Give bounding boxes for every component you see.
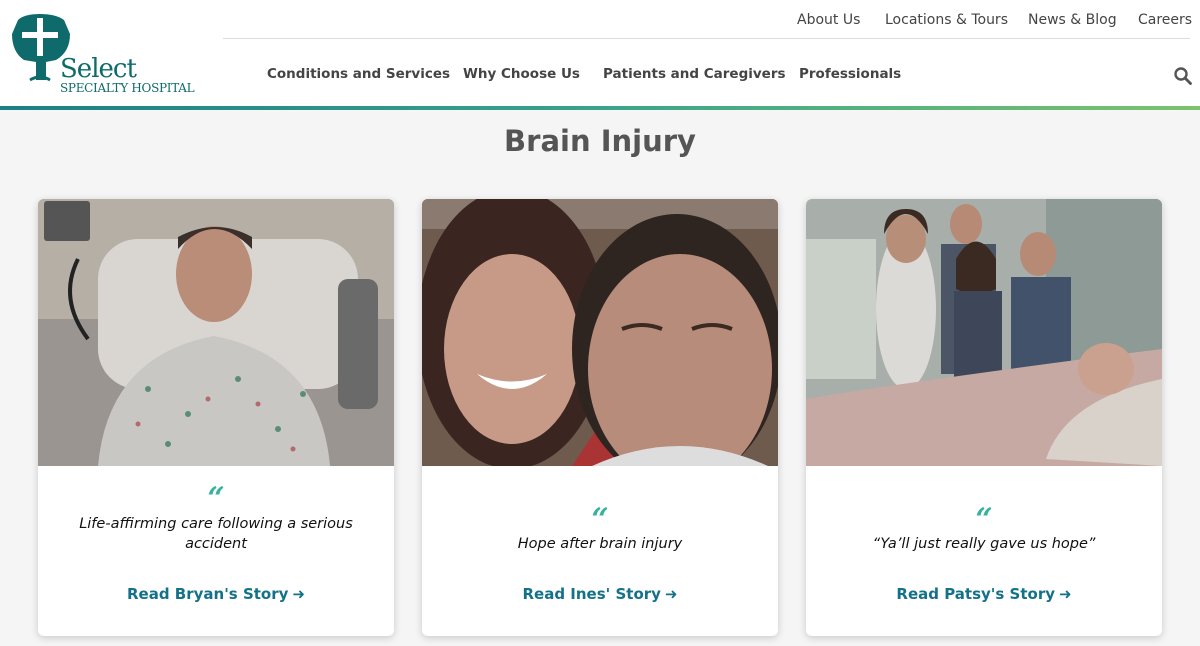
header-accent-bar (0, 106, 1200, 110)
top-nav-news-blog[interactable]: News & Blog (1028, 12, 1117, 28)
logo-subtitle: SPECIALTY HOSPITAL (60, 81, 195, 95)
arrow-right-icon: ➜ (664, 585, 678, 603)
main-nav-professionals[interactable]: Professionals (799, 66, 901, 82)
page-title: Brain Injury (504, 124, 696, 158)
story-photo (806, 199, 1162, 466)
quote-mark-icon: “ (975, 502, 993, 537)
top-nav-locations-tours[interactable]: Locations & Tours (885, 12, 1008, 28)
story-quote: Life-affirming care following a serious … (79, 516, 353, 552)
story-link-label: Read Ines' Story (522, 585, 661, 603)
story-card-patsy: “ “Ya’ll just really gave us hope” Read … (806, 199, 1162, 636)
story-card-ines: “ Hope after brain injury Read Ines' Sto… (422, 199, 778, 636)
read-bryans-story-link[interactable]: Read Bryan's Story ➜ (38, 585, 394, 603)
main-nav-patients-caregivers[interactable]: Patients and Caregivers (603, 66, 786, 82)
story-quote: “Ya’ll just really gave us hope” (872, 536, 1096, 552)
story-photo (422, 199, 778, 466)
site-header: Select SPECIALTY HOSPITAL About Us Locat… (0, 0, 1200, 106)
arrow-right-icon: ➜ (1059, 585, 1072, 603)
quote-mark-icon: “ (591, 502, 609, 537)
quote-mark-icon: “ (207, 481, 225, 516)
story-quote: Hope after brain injury (517, 536, 683, 552)
top-nav-careers[interactable]: Careers (1138, 12, 1192, 28)
top-nav-about-us[interactable]: About Us (797, 12, 860, 28)
story-link-label: Read Bryan's Story (127, 585, 289, 603)
main-nav-why-choose-us[interactable]: Why Choose Us (463, 66, 580, 82)
logo-wordmark: Select (60, 54, 137, 84)
story-link-label: Read Patsy's Story (896, 585, 1055, 603)
search-icon[interactable] (1173, 66, 1193, 86)
story-card-bryan: “ Life-affirming care following a seriou… (38, 199, 394, 636)
read-patsys-story-link[interactable]: Read Patsy's Story ➜ (806, 585, 1162, 603)
nav-divider (223, 38, 1190, 39)
main-nav-conditions-services[interactable]: Conditions and Services (267, 66, 450, 82)
arrow-right-icon: ➜ (292, 585, 305, 603)
story-photo (38, 199, 394, 466)
site-logo[interactable]: Select SPECIALTY HOSPITAL (10, 12, 200, 94)
read-ines-story-link[interactable]: Read Ines' Story ➜ (422, 585, 778, 603)
